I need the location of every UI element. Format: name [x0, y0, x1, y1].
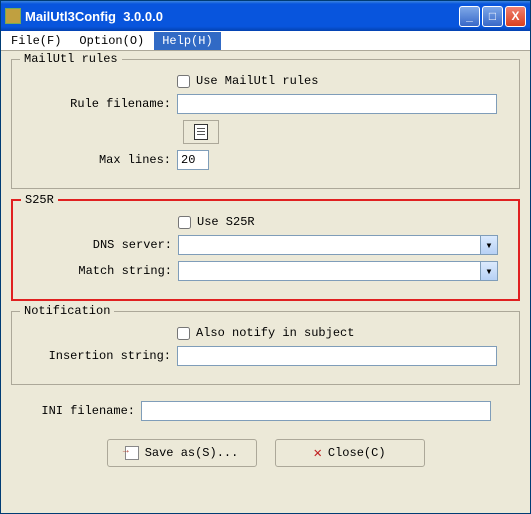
match-string-input[interactable]	[179, 262, 480, 280]
group-s25r-legend: S25R	[21, 193, 58, 207]
close-window-button[interactable]: X	[505, 6, 526, 27]
minimize-icon: _	[466, 9, 473, 23]
app-icon	[5, 8, 21, 24]
group-notification-legend: Notification	[20, 304, 114, 318]
match-string-label: Match string:	[23, 264, 178, 278]
app-window: MailUtl3Config 3.0.0.0 _ □ X File(F) Opt…	[0, 0, 531, 514]
group-mailutl-legend: MailUtl rules	[20, 52, 122, 66]
menu-option[interactable]: Option(O)	[71, 32, 152, 50]
maximize-icon: □	[489, 9, 496, 23]
save-as-label: Save as(S)...	[145, 446, 239, 460]
max-lines-input[interactable]	[177, 150, 209, 170]
close-label: Close(C)	[328, 446, 386, 460]
maximize-button[interactable]: □	[482, 6, 503, 27]
insertion-string-label: Insertion string:	[22, 349, 177, 363]
save-icon	[125, 446, 139, 460]
ini-filename-input[interactable]	[141, 401, 491, 421]
dns-server-label: DNS server:	[23, 238, 178, 252]
menubar: File(F) Option(O) Help(H)	[1, 31, 530, 51]
max-lines-label: Max lines:	[22, 153, 177, 167]
match-string-dropdown-button[interactable]: ▾	[480, 262, 497, 280]
group-mailutl-rules: MailUtl rules Use MailUtl rules Rule fil…	[11, 59, 520, 189]
insertion-string-input[interactable]	[177, 346, 497, 366]
rule-filename-browse-button[interactable]	[183, 120, 219, 144]
menu-help[interactable]: Help(H)	[154, 32, 220, 50]
titlebar: MailUtl3Config 3.0.0.0 _ □ X	[1, 1, 530, 31]
group-notification: Notification Also notify in subject Inse…	[11, 311, 520, 385]
dns-server-input[interactable]	[179, 236, 480, 254]
also-notify-checkbox[interactable]	[177, 327, 190, 340]
match-string-combo[interactable]: ▾	[178, 261, 498, 281]
save-as-button[interactable]: Save as(S)...	[107, 439, 257, 467]
use-s25r-label: Use S25R	[197, 215, 255, 229]
client-area: MailUtl rules Use MailUtl rules Rule fil…	[1, 51, 530, 475]
minimize-button[interactable]: _	[459, 6, 480, 27]
button-bar: Save as(S)... ✕ Close(C)	[11, 439, 520, 467]
also-notify-label: Also notify in subject	[196, 326, 354, 340]
menu-file[interactable]: File(F)	[3, 32, 69, 50]
use-mailutl-rules-checkbox[interactable]	[177, 75, 190, 88]
use-s25r-checkbox[interactable]	[178, 216, 191, 229]
group-s25r: S25R Use S25R DNS server: ▾ Match string…	[11, 199, 520, 301]
ini-filename-label: INI filename:	[11, 404, 141, 418]
close-button[interactable]: ✕ Close(C)	[275, 439, 425, 467]
chevron-down-icon: ▾	[485, 264, 492, 279]
close-x-icon: ✕	[313, 445, 321, 462]
close-icon: X	[511, 9, 519, 23]
use-mailutl-rules-label: Use MailUtl rules	[196, 74, 318, 88]
rule-filename-input[interactable]	[177, 94, 497, 114]
rule-filename-label: Rule filename:	[22, 97, 177, 111]
document-icon	[194, 124, 208, 140]
dns-server-dropdown-button[interactable]: ▾	[480, 236, 497, 254]
dns-server-combo[interactable]: ▾	[178, 235, 498, 255]
window-title: MailUtl3Config 3.0.0.0	[25, 9, 459, 24]
chevron-down-icon: ▾	[485, 238, 492, 253]
